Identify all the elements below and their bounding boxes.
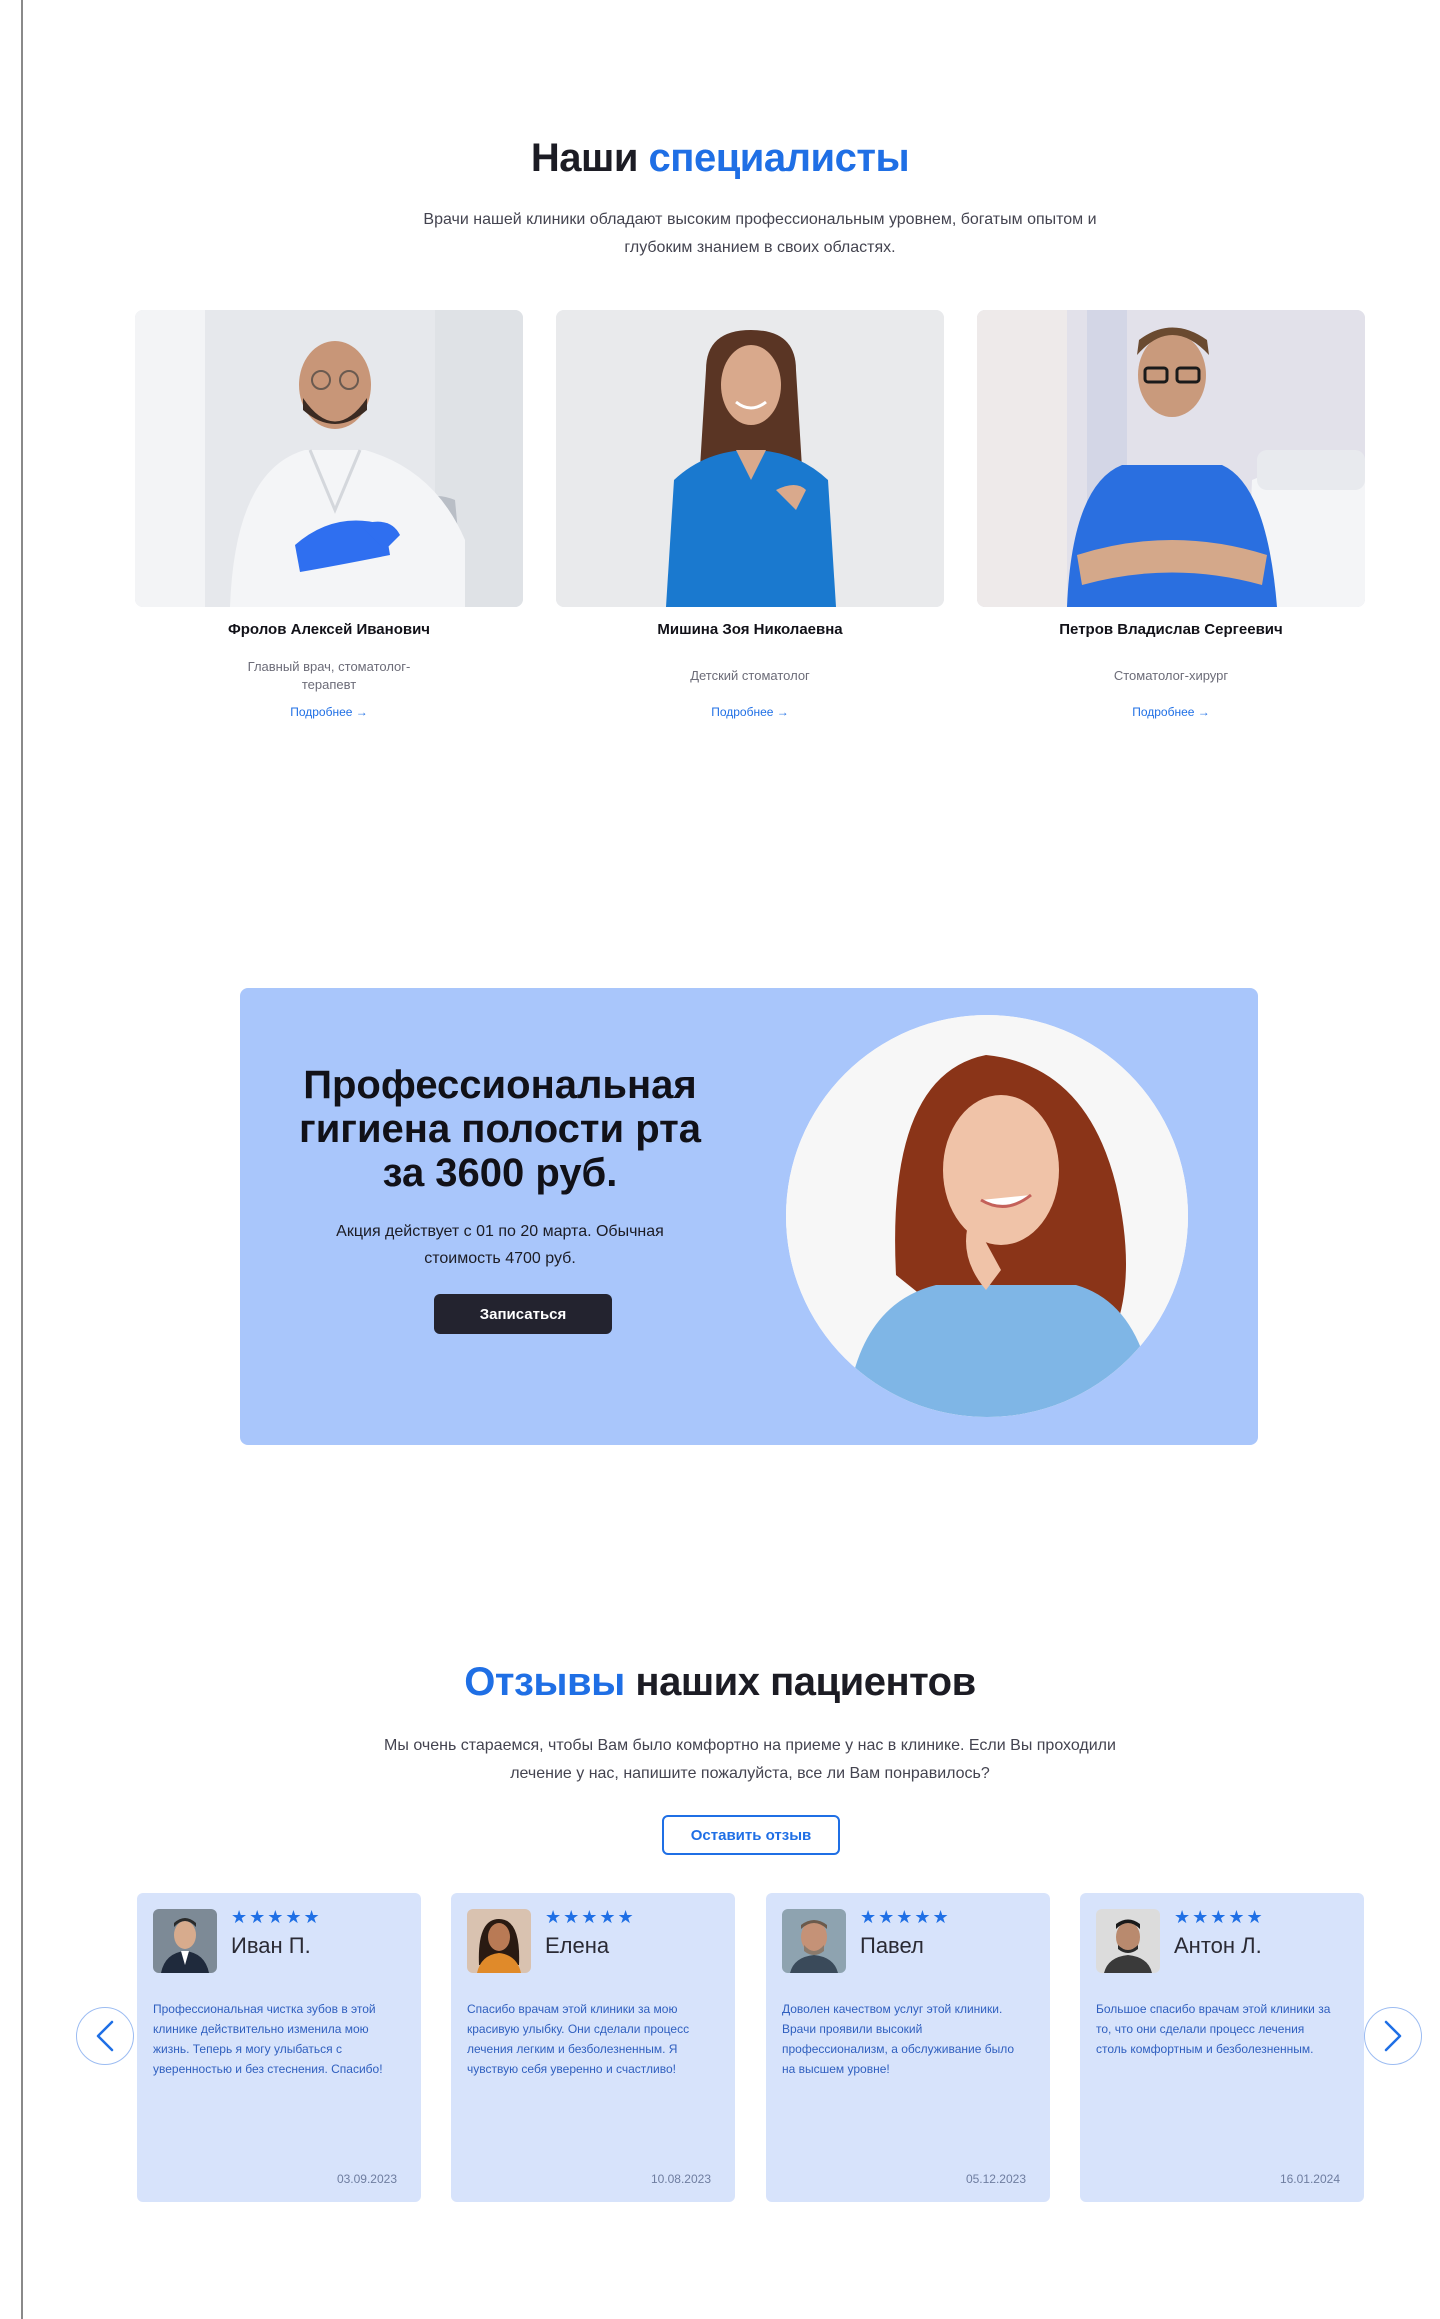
reviewer-name: Елена [545, 1933, 610, 1958]
specialist-photo [556, 310, 944, 607]
avatar [153, 1909, 217, 1973]
reviewer-name: Иван П. [231, 1933, 311, 1958]
review-card: ★★★★★ Иван П. Профессиональная чистка зу… [137, 1893, 421, 2202]
specialist-role: Стоматолог-хирург [977, 657, 1365, 695]
specialist-card: Фролов Алексей Иванович Главный врач, ст… [135, 310, 523, 719]
carousel-prev-button[interactable] [76, 2007, 134, 2065]
book-appointment-button[interactable]: Записаться [434, 1294, 612, 1334]
specialist-photo [135, 310, 523, 607]
reviews-title-main: наших пациентов [635, 1660, 976, 1704]
specialist-name: Фролов Алексей Иванович [227, 621, 431, 638]
review-text: Профессиональная чистка зубов в этой кли… [153, 2002, 383, 2076]
reviews-subtitle: Мы очень стараемся, чтобы Вам было комфо… [384, 1737, 1116, 1782]
review-date: 16.01.2024 [1279, 2172, 1340, 2186]
rating-stars-icon: ★★★★★ [1174, 1907, 1265, 1927]
review-card: ★★★★★ Елена Спасибо врачам этой клиники … [451, 1893, 735, 2202]
reviewer-name: Павел [860, 1933, 924, 1958]
specialists-title-main: Наши [530, 136, 639, 180]
carousel-next-button[interactable] [1364, 2007, 1422, 2065]
reviews-title-accent: Отзывы [464, 1660, 625, 1704]
rating-stars-icon: ★★★★★ [545, 1907, 636, 1927]
rating-stars-icon: ★★★★★ [860, 1907, 951, 1927]
review-card: ★★★★★ Павел Доволен качеством услуг этой… [766, 1893, 1050, 2202]
specialists-title-accent: специалисты [648, 136, 910, 180]
specialist-role-text: Детский стоматолог [690, 668, 810, 683]
specialist-role-text: Главный врач, стоматолог-терапевт [247, 659, 411, 692]
avatar [467, 1909, 531, 1973]
avatar [1096, 1909, 1160, 1973]
promo-text: Акция действует с 01 по 20 марта. Обычна… [336, 1223, 664, 1267]
review-card: ★★★★★ Антон Л. Большое спасибо врачам эт… [1080, 1893, 1364, 2202]
page-left-border [21, 0, 23, 2319]
specialist-role-text: Стоматолог-хирург [1113, 668, 1229, 683]
specialist-photo [977, 310, 1365, 607]
specialist-more-link[interactable]: Подробнее → [556, 705, 944, 719]
reviews-title: Отзывы наших пациентов [0, 1660, 1440, 1705]
review-date: 03.09.2023 [336, 2172, 397, 2186]
promo-title: Профессиональная гигиена полости рта за … [299, 1063, 701, 1195]
leave-review-button[interactable]: Оставить отзыв [662, 1815, 840, 1855]
review-text: Спасибо врачам этой клиники за мою краси… [467, 2002, 690, 2076]
specialists-subtitle: Врачи нашей клиники обладают высоким про… [423, 211, 1097, 256]
specialists-title: Наши специалисты [0, 136, 1440, 181]
review-date: 05.12.2023 [965, 2172, 1026, 2186]
avatar [782, 1909, 846, 1973]
specialist-more-link[interactable]: Подробнее → [135, 705, 523, 719]
specialist-name: Петров Владислав Сергеевич [1059, 621, 1283, 638]
rating-stars-icon: ★★★★★ [231, 1907, 322, 1927]
specialist-role: Детский стоматолог [556, 657, 944, 695]
specialist-card: Петров Владислав Сергеевич Стоматолог-хи… [977, 310, 1365, 719]
specialist-more-link[interactable]: Подробнее → [977, 705, 1365, 719]
review-date: 10.08.2023 [650, 2172, 711, 2186]
chevron-right-icon [1384, 2020, 1402, 2052]
reviewer-name: Антон Л. [1174, 1933, 1262, 1958]
specialist-role: Главный врач, стоматолог-терапевт [135, 657, 523, 695]
promo-photo [786, 1015, 1188, 1417]
chevron-left-icon [96, 2020, 114, 2052]
review-text: Большое спасибо врачам этой клиники за т… [1096, 2002, 1331, 2056]
promo-banner: Профессиональная гигиена полости рта за … [240, 988, 1258, 1445]
specialist-name: Мишина Зоя Николаевна [657, 621, 843, 638]
review-text: Доволен качеством услуг этой клиники. Вр… [782, 2002, 1015, 2076]
specialist-card: Мишина Зоя Николаевна Детский стоматолог… [556, 310, 944, 719]
